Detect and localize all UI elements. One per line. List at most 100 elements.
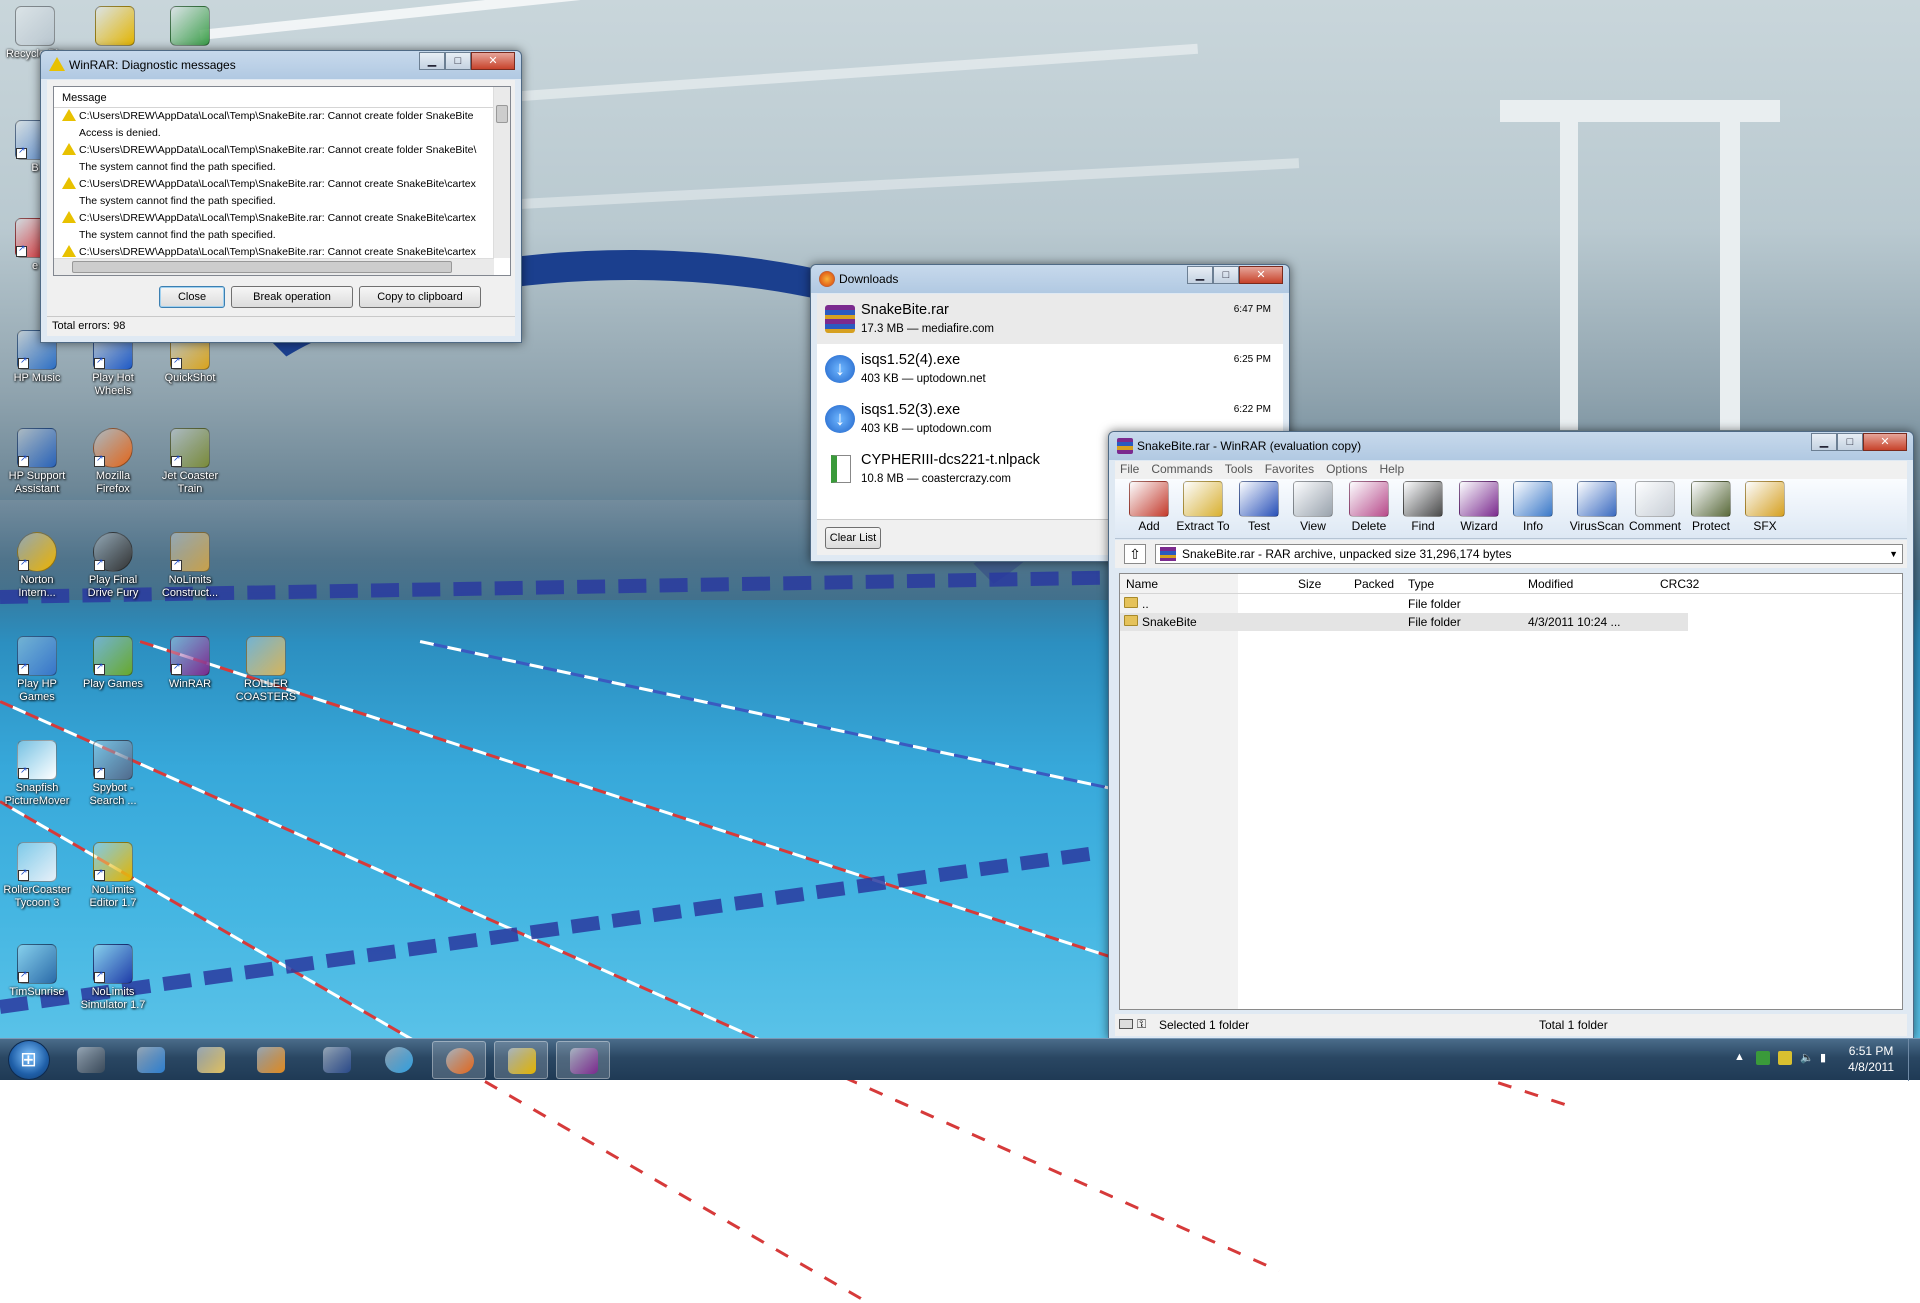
desktop-icon-norton[interactable]: Norton Intern... <box>2 532 72 600</box>
taskbar-internet-explorer-button[interactable] <box>124 1041 178 1079</box>
toolbar-add-button[interactable]: Add <box>1121 481 1177 533</box>
maximize-button[interactable]: □ <box>1213 266 1239 284</box>
volume-icon[interactable]: 🔈 <box>1800 1051 1814 1065</box>
desktop-icon-roller-coasters[interactable]: ROLLER COASTERS <box>231 636 301 704</box>
desktop-icon-snapfish[interactable]: Snapfish PictureMover <box>2 740 72 808</box>
diagnostic-titlebar[interactable]: WinRAR: Diagnostic messages ▁ □ ✕ <box>41 51 521 79</box>
taskbar-media-player-button[interactable] <box>244 1041 298 1079</box>
taskbar-firefox-button[interactable] <box>432 1041 486 1079</box>
column-name[interactable]: Name <box>1126 577 1158 591</box>
close-button[interactable]: ✕ <box>1239 266 1283 284</box>
toolbar-view-button[interactable]: View <box>1285 481 1341 533</box>
clear-list-button[interactable]: Clear List <box>825 527 881 549</box>
diagnostic-message[interactable]: C:\Users\DREW\AppData\Local\Temp\SnakeBi… <box>54 142 510 176</box>
desktop-icon-rollercoaster-tycoon[interactable]: RollerCoaster Tycoon 3 <box>2 842 72 910</box>
break-operation-button[interactable]: Break operation <box>231 286 353 308</box>
desktop-icon-timsunrise[interactable]: TimSunrise <box>2 944 72 999</box>
file-row[interactable]: SnakeBite File folder 4/3/2011 10:24 ... <box>1120 613 1688 631</box>
show-desktop-button[interactable] <box>1908 1039 1920 1081</box>
toolbar-sfx-button[interactable]: SFX <box>1737 481 1793 533</box>
taskbar-checkmark-app-button[interactable] <box>310 1041 364 1079</box>
file-list[interactable]: Name Size Packed Type Modified CRC32 .. … <box>1119 573 1903 1010</box>
column-packed[interactable]: Packed <box>1354 577 1394 591</box>
archive-path-field[interactable]: SnakeBite.rar - RAR archive, unpacked si… <box>1155 544 1903 564</box>
toolbar-delete-button[interactable]: Delete <box>1341 481 1397 533</box>
security-tray-icon[interactable] <box>1756 1051 1770 1065</box>
copy-to-clipboard-button[interactable]: Copy to clipboard <box>359 286 481 308</box>
taskbar-explorer-button[interactable] <box>184 1041 238 1079</box>
column-crc32[interactable]: CRC32 <box>1660 577 1699 591</box>
close-button[interactable]: ✕ <box>471 52 515 70</box>
drive-icon[interactable] <box>1119 1019 1133 1029</box>
show-hidden-icons-arrow[interactable]: ▲ <box>1734 1051 1748 1065</box>
toolbar-wizard-button[interactable]: Wizard <box>1451 481 1507 533</box>
desktop-icon-firefox[interactable]: Mozilla Firefox <box>78 428 148 496</box>
column-modified[interactable]: Modified <box>1528 577 1573 591</box>
menu-options[interactable]: Options <box>1321 461 1374 476</box>
desktop-icon-nolimits-construct[interactable]: NoLimits Construct... <box>155 532 225 600</box>
toolbar-comment-button[interactable]: Comment <box>1627 481 1683 533</box>
diagnostic-message[interactable]: C:\Users\DREW\AppData\Local\Temp\SnakeBi… <box>54 210 510 244</box>
desktop-icon-nolimits-simulator[interactable]: NoLimits Simulator 1.7 <box>78 944 148 1012</box>
desktop-icon-nolimits[interactable] <box>80 6 150 48</box>
toolbar-virusscan-button[interactable]: VirusScan <box>1569 481 1625 533</box>
vertical-scrollbar[interactable] <box>493 87 510 258</box>
chevron-down-icon[interactable]: ▼ <box>1889 549 1898 559</box>
toolbar-info-button[interactable]: Info <box>1505 481 1561 533</box>
scroll-thumb[interactable] <box>496 105 508 123</box>
desktop-icon-nolimits-editor[interactable]: NoLimits Editor 1.7 <box>78 842 148 910</box>
clock[interactable]: 6:51 PM 4/8/2011 <box>1848 1043 1894 1075</box>
up-folder-button[interactable]: ⇧ <box>1124 544 1146 564</box>
menu-help[interactable]: Help <box>1374 461 1411 476</box>
diagnostic-messages-window[interactable]: WinRAR: Diagnostic messages ▁ □ ✕ Messag… <box>40 50 522 343</box>
network-icon[interactable]: ▮ <box>1820 1051 1834 1065</box>
diagnostic-message[interactable]: C:\Users\DREW\AppData\Local\Temp\SnakeBi… <box>54 108 510 142</box>
toolbar-protect-button[interactable]: Protect <box>1683 481 1739 533</box>
download-item[interactable]: ↓ isqs1.52(4).exe 403 KB — uptodown.net … <box>817 344 1283 394</box>
taskbar-roller-coaster-button[interactable] <box>494 1041 548 1079</box>
horizontal-scrollbar[interactable] <box>54 258 494 275</box>
taskbar-winrar-button[interactable] <box>556 1041 610 1079</box>
desktop-icon-hp-support[interactable]: HP Support Assistant <box>2 428 72 496</box>
menu-file[interactable]: File <box>1115 461 1146 476</box>
file-type: File folder <box>1408 597 1461 611</box>
desktop-icon-final-drive-fury[interactable]: Play Final Drive Fury <box>78 532 148 600</box>
download-item[interactable]: SnakeBite.rar 17.3 MB — mediafire.com 6:… <box>817 294 1283 344</box>
desktop-icon-play-hp-games[interactable]: Play HP Games <box>2 636 72 704</box>
toolbar-find-button[interactable]: Find <box>1395 481 1451 533</box>
desktop-icon-winrar[interactable]: WinRAR <box>155 636 225 691</box>
minimize-button[interactable]: ▁ <box>1187 266 1213 284</box>
start-button[interactable] <box>8 1040 50 1080</box>
minimize-button[interactable]: ▁ <box>1811 433 1837 451</box>
message-column-header[interactable]: Message <box>54 87 510 108</box>
scroll-thumb[interactable] <box>72 261 452 273</box>
maximize-button[interactable]: □ <box>445 52 471 70</box>
desktop-icon-spybot[interactable]: Spybot - Search ... <box>78 740 148 808</box>
desktop-icon-jet-coaster[interactable]: Jet Coaster Train <box>155 428 225 496</box>
downloads-titlebar[interactable]: Downloads ▁ □ ✕ <box>811 265 1289 293</box>
toolbar-test-button[interactable]: Test <box>1231 481 1287 533</box>
flag-tray-icon[interactable] <box>1778 1051 1792 1065</box>
taskbar-hp-button[interactable] <box>64 1041 118 1079</box>
menu-favorites[interactable]: Favorites <box>1260 461 1321 476</box>
desktop-icon-landscape[interactable] <box>155 6 225 48</box>
column-type[interactable]: Type <box>1408 577 1434 591</box>
wizard-icon <box>1459 481 1499 517</box>
menu-commands[interactable]: Commands <box>1146 461 1219 476</box>
maximize-button[interactable]: □ <box>1837 433 1863 451</box>
key-icon[interactable]: ⚿ <box>1137 1017 1146 1032</box>
download-time: 6:22 PM <box>1233 404 1271 415</box>
message-list[interactable]: Message C:\Users\DREW\AppData\Local\Temp… <box>53 86 511 276</box>
minimize-button[interactable]: ▁ <box>419 52 445 70</box>
toolbar-extract-to-button[interactable]: Extract To <box>1175 481 1231 533</box>
menu-tools[interactable]: Tools <box>1220 461 1260 476</box>
file-row[interactable]: .. File folder <box>1120 595 1688 613</box>
diagnostic-message[interactable]: C:\Users\DREW\AppData\Local\Temp\SnakeBi… <box>54 176 510 210</box>
close-button[interactable]: ✕ <box>1863 433 1907 451</box>
taskbar-circle-app-button[interactable] <box>372 1041 426 1079</box>
close-button[interactable]: Close <box>159 286 225 308</box>
winrar-titlebar[interactable]: SnakeBite.rar - WinRAR (evaluation copy)… <box>1109 432 1913 460</box>
winrar-window[interactable]: SnakeBite.rar - WinRAR (evaluation copy)… <box>1108 431 1914 1039</box>
desktop-icon-play-games[interactable]: Play Games <box>78 636 148 691</box>
column-size[interactable]: Size <box>1298 577 1321 591</box>
